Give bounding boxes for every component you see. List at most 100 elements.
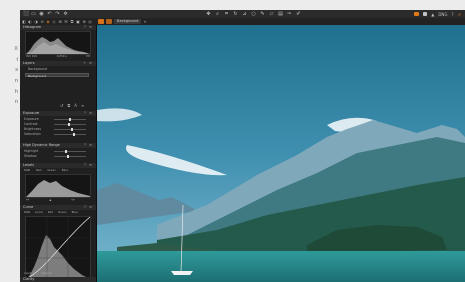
undo-icon[interactable]: ↶ (47, 10, 52, 18)
export-icon[interactable]: ⇗ (458, 12, 461, 17)
slider-knob[interactable] (68, 123, 70, 126)
tool-tab-details-icon[interactable]: ◇ (52, 18, 56, 25)
bg-line: h (14, 88, 18, 95)
menu-icon[interactable]: ⬛ (23, 10, 29, 18)
tool-tab-library-icon[interactable]: ◧ (22, 18, 26, 25)
top-bar: ⬛ ▭ ◉ ↶ ↷ ✲ ✥ ⌕ ⌗ ↻ ⊿ ○ ✎ ▱ ▤ ✑ ✐ ▲ DNG … (20, 10, 465, 18)
process-icon[interactable] (414, 12, 420, 16)
tool-tab-capture-icon[interactable]: ◐ (28, 18, 32, 25)
variant-tab[interactable]: Background (114, 19, 142, 24)
slider-label: Shadow (24, 154, 37, 158)
levels-tab-blue[interactable]: Blue (62, 168, 68, 173)
settings-icon[interactable]: ✲ (63, 10, 68, 18)
levels-pickers: ✑ ▴ ✑ (26, 197, 75, 202)
landscape-photo (97, 25, 465, 282)
shadow-slider[interactable] (54, 155, 86, 158)
levels-tab-rgb[interactable]: RGB (24, 168, 30, 173)
warning-icon[interactable]: ▲ (431, 12, 434, 17)
bg-line: s (15, 67, 18, 74)
panel-controls-icon[interactable]: + ≡ (83, 61, 93, 66)
curve-tab-luma[interactable]: Luma (35, 210, 43, 215)
gray-point-picker-icon[interactable]: ▴ (49, 197, 51, 202)
auto-icon[interactable]: A (74, 103, 77, 108)
panel-title: High Dynamic Range (23, 143, 60, 147)
levels-tab-red[interactable]: Red (36, 168, 41, 173)
slider-label: Brightness (24, 127, 41, 131)
tool-tab-output-icon[interactable]: ▣ (76, 18, 80, 25)
curve-tab-rgb[interactable]: RGB (24, 210, 30, 215)
copy-icon[interactable]: ⧉ (67, 103, 70, 108)
panel-controls-icon[interactable]: ? ≡ (84, 25, 93, 30)
iso-value: ISO 100 (26, 54, 38, 58)
levels-tab-green[interactable]: Green (47, 168, 55, 173)
curve-graph[interactable] (25, 216, 91, 280)
curve-tab-red[interactable]: Red (48, 210, 53, 215)
pan-icon[interactable]: ✥ (206, 10, 211, 18)
highlight-slider[interactable] (54, 150, 86, 153)
tool-tab-styles-icon[interactable]: ◎ (88, 18, 92, 25)
picker-icon[interactable]: ✑ (287, 10, 292, 18)
camera-icon[interactable]: ◉ (39, 10, 44, 18)
curve-tab-blue[interactable]: Blue (72, 210, 78, 215)
add-tab-button[interactable]: + (143, 20, 146, 24)
panel-controls-icon[interactable]: ? ≡ (84, 143, 93, 148)
variant-icon[interactable] (106, 19, 112, 24)
panel-header-layers[interactable]: Layers + ≡ (20, 61, 96, 66)
brightness-slider[interactable] (54, 128, 86, 131)
panel-controls-icon[interactable]: ? ≡ (84, 111, 93, 116)
levels-graph (26, 180, 90, 197)
tool-tab-lens-icon[interactable]: ◑ (34, 18, 38, 25)
slider-knob[interactable] (69, 118, 71, 121)
slider-knob[interactable] (67, 155, 69, 158)
slider-label: Saturation (24, 132, 41, 136)
curve-footer: Input Output (24, 271, 92, 276)
reset-icon[interactable]: ↺ (60, 103, 63, 108)
annotate-icon[interactable]: ✐ (296, 10, 301, 18)
photo-viewer[interactable] (97, 25, 465, 282)
rotate-icon[interactable]: ↻ (233, 10, 238, 18)
tool-tab-meta-icon[interactable]: ⧉ (70, 18, 74, 25)
saturation-slider[interactable] (54, 133, 86, 136)
black-point-picker-icon[interactable]: ✑ (26, 197, 29, 202)
tool-tab-adjust-icon[interactable]: ✉ (64, 18, 68, 25)
slider-label: Contrast (24, 122, 38, 126)
help-icon[interactable]: ? (452, 12, 454, 17)
redo-icon[interactable]: ↷ (55, 10, 60, 18)
panel-header-exposure[interactable]: Exposure ? ≡ (20, 111, 96, 116)
brush-icon[interactable]: ✎ (260, 10, 265, 18)
slider-knob[interactable] (71, 128, 73, 131)
panel-header-hdr[interactable]: High Dynamic Range ? ≡ (20, 143, 96, 148)
tool-tab-color-icon[interactable]: ⊙ (40, 18, 44, 25)
layer-item-selected[interactable]: Background (25, 73, 89, 78)
curve-input-label: Input (24, 271, 32, 275)
zoom-icon[interactable]: ⌕ (215, 10, 220, 18)
contrast-slider[interactable] (54, 123, 86, 126)
tool-tab-local-icon[interactable]: ⊞ (58, 18, 62, 25)
keystone-icon[interactable]: ⊿ (242, 10, 247, 18)
tool-icon-row: ↺ ⧉ A ≡ (60, 103, 84, 108)
gradient-icon[interactable]: ▤ (278, 10, 283, 18)
cursor-tools: ✥ ⌕ ⌗ ↻ ⊿ ○ ✎ ▱ ▤ ✑ ✐ (206, 10, 301, 18)
panel-header-clarity[interactable]: Clarity (20, 277, 96, 282)
curve-tab-green[interactable]: Green (58, 210, 66, 215)
layer-item[interactable]: Background (28, 67, 96, 72)
spot-icon[interactable]: ○ (251, 10, 256, 18)
folder-icon[interactable]: ▭ (31, 10, 36, 18)
crop-icon[interactable]: ⌗ (224, 10, 229, 18)
viewer-mode-icon[interactable] (98, 19, 104, 24)
grid-icon[interactable] (423, 12, 428, 16)
tool-tab-batch-icon[interactable]: ⊕ (82, 18, 86, 25)
white-point-picker-icon[interactable]: ✑ (71, 197, 74, 202)
eraser-icon[interactable]: ▱ (269, 10, 274, 18)
format-label: DNG (438, 11, 448, 17)
panel-header-histogram[interactable]: Histogram ? ≡ (20, 25, 96, 30)
slider-knob[interactable] (73, 133, 75, 136)
more-icon[interactable]: ≡ (81, 103, 84, 108)
tool-tab-exposure-icon[interactable]: ◈ (46, 18, 50, 25)
shadow-row: Shadow (24, 154, 92, 159)
slider-label: Exposure (24, 117, 39, 121)
exposure-slider[interactable] (54, 118, 86, 121)
bg-line: n (14, 99, 18, 106)
panel-title: Layers (23, 61, 35, 65)
slider-knob[interactable] (65, 150, 67, 153)
